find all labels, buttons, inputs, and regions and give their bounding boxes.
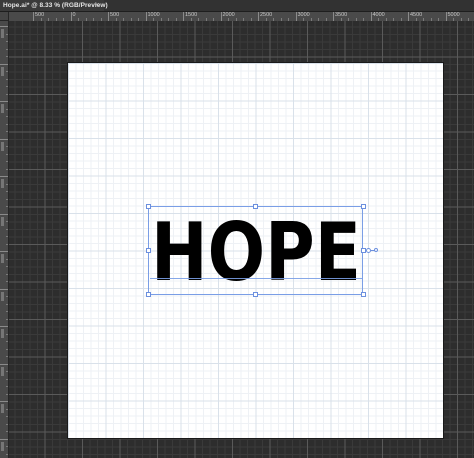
text-baseline	[150, 278, 362, 279]
ruler-tick	[408, 12, 409, 21]
ruler-label-rotated	[1, 104, 4, 113]
ruler-tick	[0, 26, 8, 27]
ruler-tick	[0, 326, 8, 327]
ruler-label-rotated	[1, 366, 4, 376]
resize-handle-left[interactable]	[146, 248, 151, 253]
resize-handle-top-left[interactable]	[146, 204, 151, 209]
ruler-label-rotated	[1, 179, 4, 188]
ruler-label-rotated	[1, 66, 4, 76]
resize-handle-bottom-left[interactable]	[146, 292, 151, 297]
ruler-tick	[0, 438, 8, 440]
ruler-tick	[0, 401, 8, 402]
ruler-label-rotated	[1, 254, 4, 263]
text-out-port[interactable]	[366, 248, 371, 253]
ruler-tick	[0, 138, 8, 140]
hope-text-object[interactable]: HOPE	[148, 206, 364, 295]
ruler-label-rotated	[1, 216, 4, 226]
resize-handle-top-right[interactable]	[361, 204, 366, 209]
hope-text: HOPE	[151, 206, 361, 295]
ruler-label-rotated	[1, 329, 4, 338]
ruler-tick	[370, 12, 372, 21]
ruler-tick	[220, 12, 222, 21]
ruler-tick	[0, 251, 8, 252]
ruler-label-rotated	[1, 291, 4, 301]
ruler-label-rotated	[1, 404, 4, 413]
document-tab-title: Hope.ai* @ 8.33 % (RGB/Preview)	[3, 2, 108, 9]
resize-handle-bottom[interactable]	[253, 292, 258, 297]
resize-handle-bottom-right[interactable]	[361, 292, 366, 297]
ruler-tick	[70, 12, 72, 21]
ruler-tick	[0, 213, 8, 215]
ruler-label-rotated	[1, 441, 4, 451]
ruler-label-rotated	[1, 29, 4, 38]
document-tab[interactable]: Hope.ai* @ 8.33 % (RGB/Preview) ×	[0, 0, 108, 11]
document-tab-bar: Hope.ai* @ 8.33 % (RGB/Preview) ×	[0, 0, 474, 12]
ruler-label-rotated	[1, 141, 4, 151]
ruler-label: 0	[72, 12, 76, 18]
close-icon[interactable]: ×	[95, 1, 99, 10]
ruler-tick	[258, 12, 259, 21]
text-thread-indicator	[374, 248, 378, 252]
ruler-tick	[0, 176, 8, 177]
illustrator-window: Hope.ai* @ 8.33 % (RGB/Preview) × 500 0 …	[0, 0, 474, 458]
ruler-tick	[183, 12, 184, 21]
ruler-tick	[445, 12, 447, 21]
ruler-tick	[145, 12, 147, 21]
vertical-ruler[interactable]	[0, 21, 9, 458]
ruler-tick	[108, 12, 109, 21]
ruler-tick	[0, 288, 8, 290]
ruler-tick	[0, 101, 8, 102]
resize-handle-top[interactable]	[253, 204, 258, 209]
ruler-tick	[333, 12, 334, 21]
ruler-origin[interactable]	[0, 12, 9, 21]
ruler-tick	[295, 12, 297, 21]
ruler-tick	[0, 363, 8, 365]
ruler-tick	[0, 63, 8, 65]
hope-text-graphic: HOPE	[151, 206, 361, 295]
ruler-tick	[33, 12, 34, 21]
